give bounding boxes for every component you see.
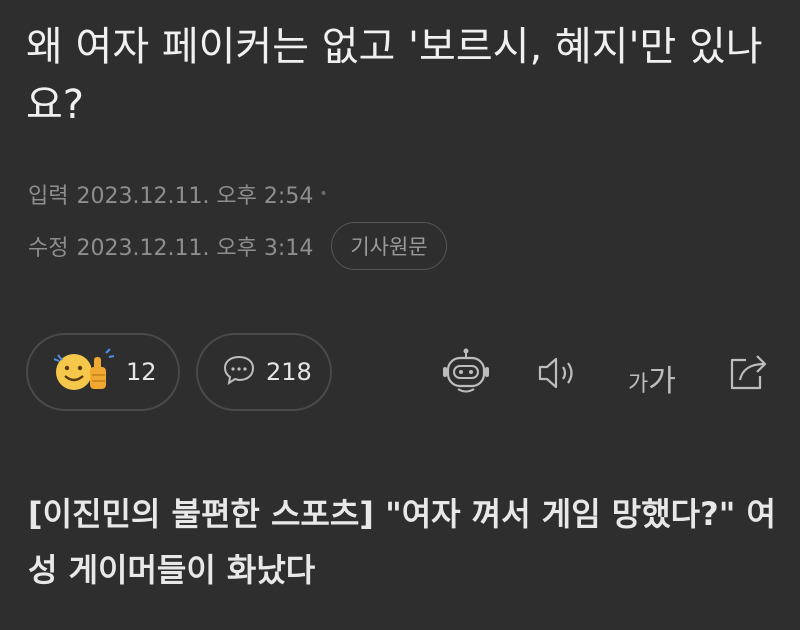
modified-date-row: 수정 2023.12.11. 오후 3:14 기사원문 <box>28 222 447 270</box>
separator-dot: • <box>319 186 328 202</box>
article-title: 왜 여자 페이커는 없고 '보르시, 혜지'만 있나요? <box>26 24 763 128</box>
robot-summary-icon[interactable] <box>440 348 492 400</box>
input-time: 2023.12.11. 오후 2:54 <box>76 184 314 209</box>
original-article-button[interactable]: 기사원문 <box>331 222 447 270</box>
comment-icon <box>222 354 256 390</box>
input-label: 입력 <box>28 184 69 209</box>
smile-thumbsup-icon <box>50 345 116 399</box>
comment-button[interactable]: 218 <box>196 333 332 411</box>
modified-time: 2023.12.11. 오후 3:14 <box>76 236 314 261</box>
modified-label: 수정 <box>28 236 69 261</box>
reaction-button[interactable]: 12 <box>26 333 180 411</box>
like-count: 12 <box>126 358 157 386</box>
speaker-icon[interactable] <box>536 354 582 396</box>
article-headline: [이진민의 불편한 스포츠] "여자 껴서 게임 망했다?" 여성 게이머들이 … <box>28 495 776 589</box>
comment-count: 218 <box>266 358 312 386</box>
share-icon[interactable] <box>726 350 772 396</box>
input-date-row: 입력 2023.12.11. 오후 2:54 • <box>28 178 328 210</box>
font-size-icon[interactable]: 가가 <box>628 356 676 400</box>
